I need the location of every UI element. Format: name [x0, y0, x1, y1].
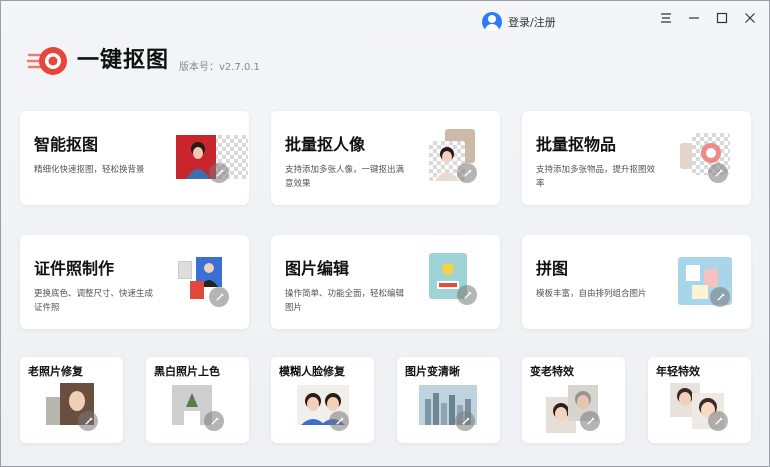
card-smart-cutout[interactable]: 智能抠图 精细化快速抠图，轻松换背景	[20, 111, 249, 205]
card-desc: 操作简单、功能全面，轻松编辑图片	[285, 289, 405, 313]
tool-blurry-face-restore[interactable]: 模糊人脸修复	[271, 357, 374, 443]
card-title: 证件照制作	[34, 259, 115, 278]
id-photo-small-thumb	[178, 261, 192, 279]
card-id-photo[interactable]: 证件照制作 更换底色、调整尺寸、快速生成证件照	[20, 235, 249, 329]
app-window: 登录/注册 一键抠图 版本号：v2.7.0.1 智能抠图 精细化快速抠图，轻松换…	[0, 0, 770, 467]
edit-badge-icon	[204, 411, 224, 431]
card-title: 批量抠人像	[285, 135, 366, 154]
minimize-icon[interactable]	[687, 11, 701, 25]
menu-icon[interactable]	[659, 11, 673, 25]
tool-title: 黑白照片上色	[154, 365, 220, 378]
card-desc: 支持添加多张物品，提升抠图效率	[536, 165, 656, 189]
edit-badge-icon	[710, 287, 730, 307]
tool-bw-colorize[interactable]: 黑白照片上色	[146, 357, 249, 443]
card-desc: 更换底色、调整尺寸、快速生成证件照	[34, 289, 154, 313]
scissors-logo-icon	[25, 45, 69, 77]
tool-title: 变老特效	[530, 365, 574, 378]
id-photo-red-thumb	[190, 281, 204, 299]
card-title: 批量抠物品	[536, 135, 617, 154]
login-button[interactable]: 登录/注册	[482, 11, 556, 33]
edit-badge-icon	[580, 411, 600, 431]
card-batch-portrait[interactable]: 批量抠人像 支持添加多张人像，一键抠出满意效果	[271, 111, 500, 205]
tool-aging-effect[interactable]: 变老特效	[522, 357, 625, 443]
card-image-edit[interactable]: 图片编辑 操作简单、功能全面，轻松编辑图片	[271, 235, 500, 329]
tool-title: 年轻特效	[656, 365, 700, 378]
edit-badge-icon	[457, 163, 477, 183]
edit-badge-icon	[209, 163, 229, 183]
edit-badge-icon	[708, 411, 728, 431]
tool-title: 老照片修复	[28, 365, 83, 378]
window-controls	[659, 11, 757, 25]
card-collage[interactable]: 拼图 模板丰富，自由排列组合图片	[522, 235, 751, 329]
tool-youth-effect[interactable]: 年轻特效	[648, 357, 751, 443]
user-avatar-icon	[482, 12, 502, 32]
app-version: 版本号：v2.7.0.1	[179, 62, 260, 73]
tool-image-sharpen[interactable]: 图片变清晰	[397, 357, 500, 443]
edit-badge-icon	[455, 411, 475, 431]
app-logo: 一键抠图 版本号：v2.7.0.1	[25, 45, 260, 77]
close-icon[interactable]	[743, 11, 757, 25]
card-batch-object[interactable]: 批量抠物品 支持添加多张物品，提升抠图效率	[522, 111, 751, 205]
edit-badge-icon	[78, 411, 98, 431]
card-title: 智能抠图	[34, 135, 99, 154]
app-name: 一键抠图	[77, 48, 170, 73]
card-desc: 模板丰富，自由排列组合图片	[536, 289, 647, 299]
edit-badge-icon	[329, 411, 349, 431]
tool-old-photo-restore[interactable]: 老照片修复	[20, 357, 123, 443]
tool-title: 模糊人脸修复	[279, 365, 345, 378]
edit-badge-icon	[708, 163, 728, 183]
edit-badge-icon	[457, 285, 477, 305]
login-label: 登录/注册	[508, 16, 556, 29]
card-desc: 支持添加多张人像，一键抠出满意效果	[285, 165, 405, 189]
edit-badge-icon	[209, 287, 229, 307]
card-title: 图片编辑	[285, 259, 350, 278]
maximize-icon[interactable]	[715, 11, 729, 25]
card-desc: 精细化快速抠图，轻松换背景	[34, 165, 145, 175]
card-title: 拼图	[536, 259, 569, 278]
tool-title: 图片变清晰	[405, 365, 460, 378]
